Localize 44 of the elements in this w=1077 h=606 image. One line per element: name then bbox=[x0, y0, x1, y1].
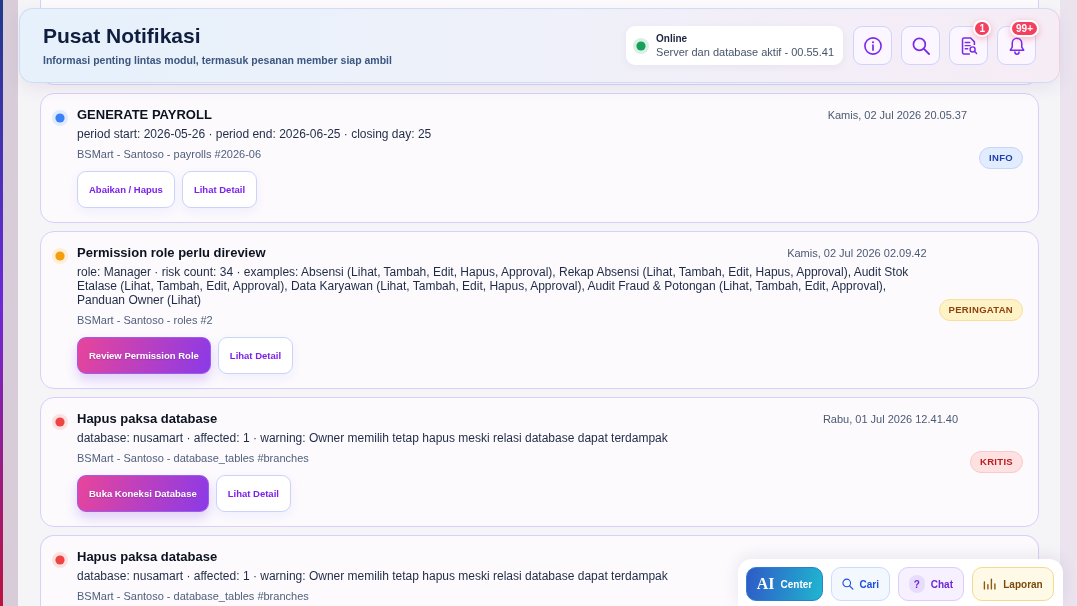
count-badge: 1 bbox=[973, 20, 991, 37]
primary-action-button[interactable]: Review Permission Role bbox=[77, 337, 211, 374]
secondary-action-button[interactable]: Lihat Detail bbox=[181, 171, 258, 208]
notification-source: BSMart - Santoso - roles #2 bbox=[77, 314, 214, 327]
info-button[interactable] bbox=[853, 26, 892, 65]
notification-message: database: nusamart · affected: 1 · warning: Owner memilih tetap hapus meski relasi database dapat terdampak bbox=[77, 569, 669, 583]
notification-source: BSMart - Santoso - payrolls #2026-06 bbox=[77, 148, 263, 161]
page-title: Pusat Notifikasi bbox=[43, 23, 202, 49]
secondary-action-button[interactable]: Lihat Detail bbox=[217, 337, 294, 374]
notification-message: role: Manager · risk count: 34 · examples: Absensi (Lihat, Tambah, Edit, Hapus, Approval), Rekap Absensi (Lihat, Tambah, Edit, Hapus, Approval), Audit Stok Etalase (Lihat, Tambah, Edit, Approval), Data Karyawan (Lihat, Tambah, Edit, Hapus, Approval), Audit Fraud & Potongan (Lihat, Tambah, Edit, Approval), Panduan Owner (Lihat) bbox=[77, 265, 910, 307]
severity-badge: PERINGATAN bbox=[938, 298, 1023, 321]
document-magnifier-icon bbox=[959, 36, 978, 55]
search-icon bbox=[911, 36, 930, 55]
notification-source: BSMart - Santoso - database_tables #branches bbox=[77, 452, 310, 465]
notification-title: Hapus paksa database bbox=[77, 411, 218, 427]
count-badge: 99+ bbox=[1010, 20, 1039, 37]
bar-chart-icon bbox=[983, 577, 998, 591]
report-button[interactable] bbox=[949, 26, 988, 65]
timestamp: Kamis, 02 Jul 2026 02.09.42 bbox=[787, 246, 927, 260]
status-label: Online bbox=[656, 32, 689, 45]
search-button[interactable] bbox=[901, 26, 940, 65]
secondary-action-button[interactable]: Lihat Detail bbox=[215, 475, 291, 512]
page-subtitle: Informasi penting lintas modul, termasuk pesanan member siap ambil bbox=[43, 53, 392, 67]
info-icon bbox=[863, 36, 882, 55]
notification-message: database: nusamart · affected: 1 · warning: Owner memilih tetap hapus meski relasi database dapat terdampak bbox=[77, 431, 669, 445]
secondary-action-button[interactable]: Abaikan / Hapus bbox=[77, 171, 175, 208]
search-icon bbox=[842, 577, 854, 591]
notification-source: BSMart - Santoso - database_tables #branches bbox=[77, 590, 310, 603]
primary-action-button[interactable]: Buka Koneksi Database bbox=[77, 475, 209, 512]
question-icon: ? bbox=[909, 575, 925, 593]
bell-icon bbox=[1007, 36, 1026, 55]
notification-title: GENERATE PAYROLL bbox=[77, 107, 212, 123]
reports-button[interactable]: Laporan bbox=[972, 567, 1054, 601]
chat-button[interactable]: ? Chat bbox=[898, 567, 964, 601]
timestamp: Rabu, 01 Jul 2026 12.41.40 bbox=[822, 412, 959, 426]
search-button[interactable]: Cari bbox=[831, 567, 890, 601]
ai-center-button[interactable]: AI Center bbox=[746, 567, 823, 601]
notification-title: Permission role perlu direview bbox=[77, 245, 266, 261]
timestamp: Kamis, 02 Jul 2026 20.05.37 bbox=[827, 108, 968, 122]
status-detail: Server dan database aktif - 00.55.41 bbox=[656, 44, 834, 59]
severity-badge: KRITIS bbox=[970, 450, 1023, 473]
notification-message: period start: 2026-05-26 · period end: 2026-06-25 · closing day: 25 bbox=[77, 127, 433, 141]
notification-title: Hapus paksa database bbox=[77, 549, 218, 565]
severity-badge: INFO bbox=[979, 146, 1023, 169]
